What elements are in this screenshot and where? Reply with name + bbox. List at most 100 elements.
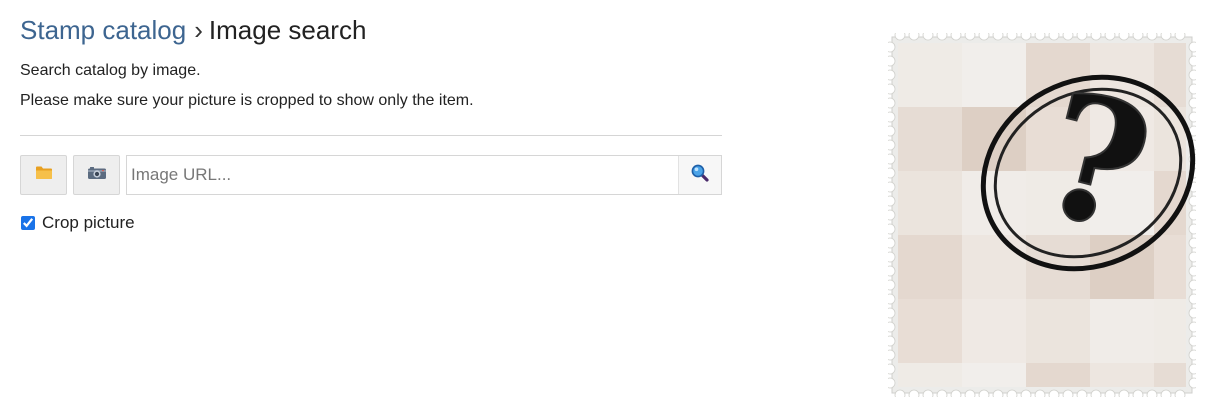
perforation-hole [936, 29, 948, 41]
perforation-hole [1146, 389, 1158, 401]
open-file-button[interactable] [20, 155, 67, 195]
breadcrumb: Stamp catalog › Image search [20, 13, 366, 47]
perforation-hole [978, 389, 990, 401]
perforation-hole [884, 209, 896, 221]
perforation-hole [1104, 389, 1116, 401]
perforation-hole [884, 55, 896, 67]
perforation-hole [884, 293, 896, 305]
pixel-block [898, 235, 962, 299]
breadcrumb-link-stamp-catalog[interactable]: Stamp catalog [20, 15, 186, 45]
perforation-hole [884, 41, 896, 53]
perforation-hole [1188, 209, 1200, 221]
pixel-block [962, 43, 1026, 107]
perforation-hole [884, 349, 896, 361]
pixel-block [898, 43, 962, 107]
perforation-hole [884, 265, 896, 277]
perforation-hole [1076, 389, 1088, 401]
perforation-hole [1034, 29, 1046, 41]
perforation-hole [894, 389, 906, 401]
perforation-hole [884, 111, 896, 123]
perforation-hole [884, 153, 896, 165]
crop-picture-checkbox[interactable] [21, 216, 35, 230]
perforation-hole [992, 389, 1004, 401]
perforation-hole [978, 29, 990, 41]
perforation-hole [884, 223, 896, 235]
perforation-hole [922, 389, 934, 401]
perforation-hole [1062, 29, 1074, 41]
image-url-input[interactable] [127, 156, 678, 194]
perforation-hole [884, 139, 896, 151]
perforation-hole [908, 389, 920, 401]
perforation-hole [1146, 29, 1158, 41]
perforation-hole [1188, 349, 1200, 361]
divider [20, 135, 722, 136]
perforation-hole [1034, 389, 1046, 401]
pixel-block [962, 299, 1026, 363]
pixel-block [962, 235, 1026, 299]
perforation-hole [1188, 307, 1200, 319]
perforation-hole [950, 29, 962, 41]
perforation-hole [1174, 389, 1186, 401]
perforation-hole [1090, 389, 1102, 401]
perforation-hole [1132, 389, 1144, 401]
perforation-hole [884, 363, 896, 375]
perforation-hole [1188, 265, 1200, 277]
perforation-hole [964, 29, 976, 41]
perforation-hole [1188, 279, 1200, 291]
perforation-hole [884, 125, 896, 137]
perforation-hole [1188, 195, 1200, 207]
page-title: Image search [208, 15, 367, 45]
perforation-hole [1188, 69, 1200, 81]
perforation-hole [1188, 41, 1200, 53]
perforation-hole [1188, 363, 1200, 375]
perforation-hole [1118, 389, 1130, 401]
perforation-hole [884, 251, 896, 263]
perforation-hole [1188, 223, 1200, 235]
perforation-hole [1062, 389, 1074, 401]
perforation-hole [1188, 335, 1200, 347]
perforation-hole [1048, 389, 1060, 401]
perforation-hole [1188, 97, 1200, 109]
perforation-hole [884, 69, 896, 81]
perforation-hole [922, 29, 934, 41]
pixel-block [1026, 299, 1090, 363]
perforation-hole [1188, 111, 1200, 123]
pixel-block [898, 107, 962, 171]
perforation-hole [1188, 321, 1200, 333]
perforation-hole [1076, 29, 1088, 41]
perforation-hole [1174, 29, 1186, 41]
perforation-hole [884, 167, 896, 179]
breadcrumb-separator: › [194, 15, 203, 45]
perforation-hole [1188, 251, 1200, 263]
perforation-hole [1188, 83, 1200, 95]
perforation-hole [884, 181, 896, 193]
perforation-hole [884, 237, 896, 249]
perforation-hole [1188, 293, 1200, 305]
perforation-hole [1006, 29, 1018, 41]
pixel-block [1090, 299, 1154, 363]
crop-picture-option[interactable]: Crop picture [20, 212, 135, 234]
perforation-hole [1188, 377, 1200, 389]
perforation-hole [950, 389, 962, 401]
perforation-hole [884, 335, 896, 347]
search-button[interactable] [678, 156, 721, 194]
crop-picture-label: Crop picture [42, 213, 135, 232]
perforation-hole [884, 195, 896, 207]
perforation-hole [884, 307, 896, 319]
perforation-hole [992, 29, 1004, 41]
perforation-hole [1160, 29, 1172, 41]
description-line-2: Please make sure your picture is cropped… [20, 92, 474, 109]
pixel-block [898, 299, 962, 363]
perforation-hole [908, 29, 920, 41]
perforation-hole [884, 321, 896, 333]
perforation-hole [884, 83, 896, 95]
perforation-hole [1020, 29, 1032, 41]
camera-icon [87, 165, 107, 185]
perforation-hole [1006, 389, 1018, 401]
perforation-hole [1188, 237, 1200, 249]
image-url-field-wrapper [126, 155, 722, 195]
perforation-hole [884, 279, 896, 291]
perforation-hole [1188, 55, 1200, 67]
camera-button[interactable] [73, 155, 120, 195]
stamp-placeholder-image: ? [884, 29, 1200, 401]
